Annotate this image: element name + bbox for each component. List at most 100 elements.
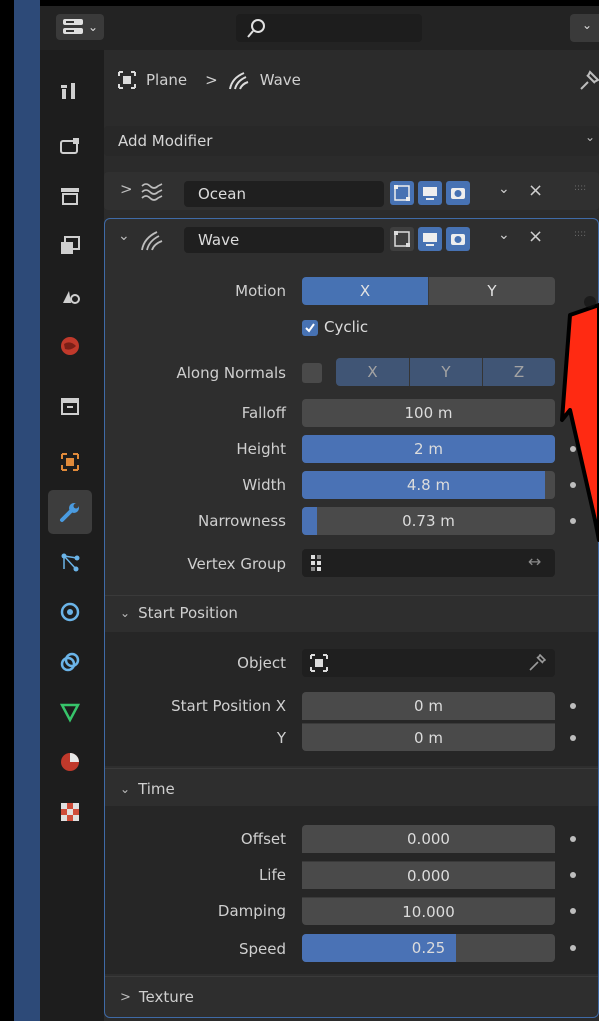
speed-label: Speed: [238, 940, 286, 958]
tab-collection[interactable]: [48, 384, 92, 428]
editmode-icon: [394, 185, 410, 201]
search-input[interactable]: [236, 14, 422, 42]
tab-data[interactable]: [48, 690, 92, 734]
tab-output[interactable]: [48, 174, 92, 218]
time-header[interactable]: ⌄ Time: [120, 780, 175, 798]
output-icon: [61, 188, 79, 205]
world-icon: [61, 337, 79, 355]
damping-label: Damping: [217, 902, 286, 920]
wave-expand-toggle[interactable]: ⌄: [118, 228, 130, 244]
editor-type-button[interactable]: ⌄: [56, 14, 104, 40]
divider: [105, 595, 598, 596]
keyframe-dot[interactable]: [570, 908, 576, 914]
ocean-delete-close-icon[interactable]: ×: [528, 180, 543, 201]
tab-particles[interactable]: [48, 540, 92, 584]
render-toggle[interactable]: [446, 227, 470, 251]
vertex-group-field[interactable]: ↔: [302, 549, 555, 577]
falloff-label: Falloff: [241, 404, 286, 422]
ocean-options-chevron-icon[interactable]: ⌄: [498, 181, 510, 197]
checkmark-icon: [305, 323, 315, 333]
keyframe-dot[interactable]: [570, 836, 576, 842]
normal-axis-x[interactable]: X: [336, 358, 409, 386]
ocean-drag-handle[interactable]: ::::: [574, 183, 586, 193]
keyframe-dot[interactable]: [570, 945, 576, 951]
physics-icon: [60, 602, 80, 622]
breadcrumb-separator: >: [205, 71, 218, 89]
time-heading: Time: [138, 780, 175, 798]
wave-modifier-icon: [141, 231, 163, 251]
tab-tool[interactable]: [48, 68, 92, 112]
add-modifier-label: Add Modifier: [118, 132, 213, 150]
object-icon: [310, 654, 328, 672]
keyframe-dot[interactable]: [570, 872, 576, 878]
invert-arrows-icon[interactable]: ↔: [528, 552, 541, 571]
along-normals-label: Along Normals: [176, 364, 287, 382]
tab-object[interactable]: [48, 440, 92, 484]
material-icon: [61, 753, 79, 771]
render-toggle[interactable]: [446, 181, 470, 205]
height-label: Height: [236, 440, 286, 458]
header-options-button[interactable]: ⌄: [570, 14, 599, 42]
tab-texture[interactable]: [48, 790, 92, 834]
life-field[interactable]: 0.000: [302, 861, 555, 889]
tab-render[interactable]: [48, 124, 92, 168]
particles-icon: [61, 553, 80, 572]
viewport-toggle[interactable]: [418, 227, 442, 251]
search-icon: [247, 19, 265, 38]
object-icon: [61, 453, 79, 471]
monitor-icon: [423, 233, 437, 246]
falloff-value: 100 m: [404, 404, 453, 422]
width-field[interactable]: 4.8 m: [302, 471, 555, 499]
editor-type-icon: [62, 19, 83, 34]
viewport-toggle[interactable]: [418, 181, 442, 205]
wave-name: Wave: [198, 231, 240, 249]
along-normals-checkbox[interactable]: [302, 363, 322, 383]
offset-field[interactable]: 0.000: [302, 825, 555, 853]
wave-name-field[interactable]: Wave: [184, 227, 384, 253]
texture-header[interactable]: > Texture: [120, 988, 194, 1006]
tab-view-layer[interactable]: [48, 224, 92, 268]
wave-drag-handle[interactable]: ::::: [574, 229, 586, 239]
narrowness-field[interactable]: 0.73 m: [302, 507, 555, 535]
wave-visibility-toggles: [390, 227, 470, 251]
wave-delete-close-icon[interactable]: ×: [528, 226, 543, 247]
editmode-icon: [394, 231, 410, 247]
tab-material[interactable]: [48, 740, 92, 784]
tab-constraints[interactable]: [48, 640, 92, 684]
ocean-expand-toggle[interactable]: >: [120, 180, 133, 198]
start-position-y-field[interactable]: 0 m: [302, 723, 555, 751]
normal-axis-y[interactable]: Y: [409, 358, 482, 386]
pin-icon[interactable]: [578, 70, 599, 92]
start-position-x-field[interactable]: 0 m: [302, 692, 555, 720]
tab-physics[interactable]: [48, 590, 92, 634]
motion-x-button[interactable]: X: [302, 277, 428, 305]
collection-icon: [61, 398, 79, 415]
ocean-name: Ocean: [198, 185, 246, 203]
falloff-field[interactable]: 100 m: [302, 399, 555, 427]
ocean-name-field[interactable]: Ocean: [184, 181, 384, 207]
narrowness-value: 0.73 m: [402, 512, 455, 530]
object-picker[interactable]: [302, 649, 555, 677]
start-position-header[interactable]: ⌄ Start Position: [120, 604, 238, 622]
start-position-x-value: 0 m: [414, 697, 443, 715]
cyclic-checkbox[interactable]: [302, 320, 318, 336]
tool-icon: [61, 83, 75, 99]
damping-value: 10.000: [402, 902, 455, 921]
offset-value: 0.000: [407, 830, 450, 848]
editmode-toggle[interactable]: [390, 181, 414, 205]
editmode-toggle[interactable]: [390, 227, 414, 251]
start-position-x-label: Start Position X: [171, 697, 286, 715]
keyframe-dot[interactable]: [570, 703, 576, 709]
damping-field[interactable]: 10.000: [302, 897, 555, 925]
tab-scene[interactable]: [48, 274, 92, 318]
tab-modifier[interactable]: [48, 490, 92, 534]
tab-world[interactable]: [48, 324, 92, 368]
height-field[interactable]: 2 m: [302, 435, 555, 463]
keyframe-dot[interactable]: [570, 735, 576, 741]
editor-type-caret: ⌄: [87, 20, 99, 34]
eyedropper-icon[interactable]: [528, 654, 546, 672]
speed-field[interactable]: 0.25: [302, 934, 555, 962]
add-modifier-button[interactable]: Add Modifier ⌄: [104, 126, 599, 156]
wave-options-chevron-icon[interactable]: ⌄: [498, 227, 510, 243]
speed-value: 0.25: [411, 939, 446, 957]
